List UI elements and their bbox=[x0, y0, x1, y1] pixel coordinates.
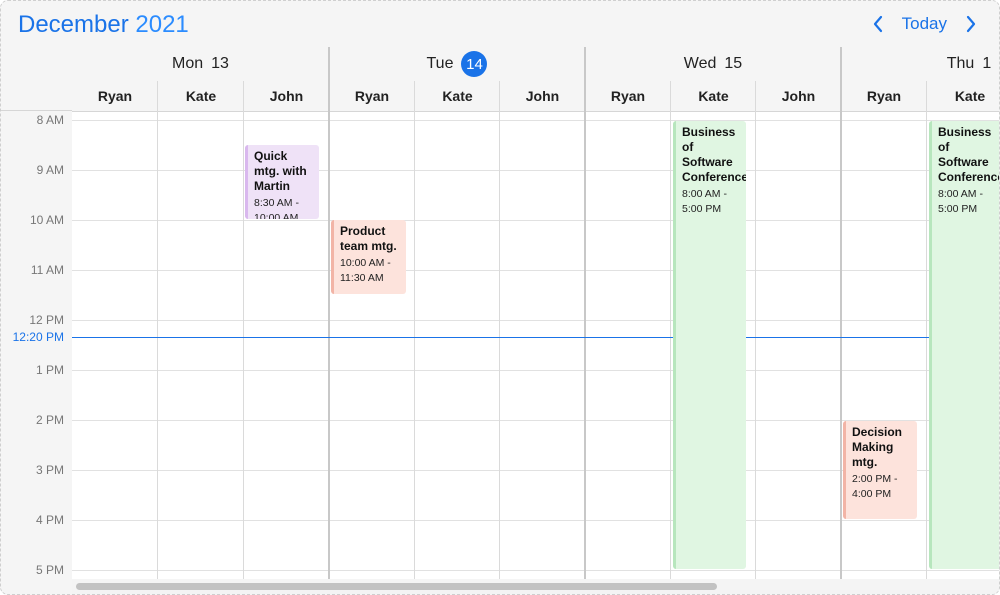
resource-header-kate[interactable]: Kate bbox=[927, 81, 999, 112]
hour-line bbox=[72, 170, 999, 171]
column-line bbox=[243, 81, 244, 579]
scrollbar-thumb[interactable] bbox=[76, 583, 717, 590]
time-label: 8 AM bbox=[36, 113, 64, 127]
current-time-line bbox=[72, 337, 999, 338]
column-line bbox=[755, 81, 756, 579]
time-label: 1 PM bbox=[35, 363, 64, 377]
resource-header-kate[interactable]: Kate bbox=[671, 81, 756, 112]
event-product-team-mtg[interactable]: Product team mtg. 10:00 AM - 11:30 AM bbox=[331, 220, 406, 294]
day-header-wed[interactable]: Wed 15 bbox=[585, 47, 841, 81]
date-label: 15 bbox=[724, 55, 743, 72]
column-line bbox=[499, 81, 500, 579]
resource-header-kate[interactable]: Kate bbox=[158, 81, 244, 112]
event-title: Decision Making mtg. bbox=[852, 425, 903, 469]
event-title: Quick mtg. with Martin bbox=[254, 149, 307, 193]
event-quick-mtg[interactable]: Quick mtg. with Martin 8:30 AM - 10:00 A… bbox=[245, 145, 319, 219]
event-time: 10:00 AM - 11:30 AM bbox=[340, 257, 391, 284]
event-title: Product team mtg. bbox=[340, 224, 397, 253]
chevron-left-icon[interactable] bbox=[868, 13, 888, 35]
resource-header-kate[interactable]: Kate bbox=[415, 81, 500, 112]
calendar-window: December 2021 Today Mon 13 Tue 14 Wed 15… bbox=[0, 0, 1000, 595]
event-decision-making-mtg[interactable]: Decision Making mtg. 2:00 PM - 4:00 PM bbox=[843, 421, 917, 519]
resource-header-ryan[interactable]: Ryan bbox=[329, 81, 415, 112]
schedule-grid: Mon 13 Tue 14 Wed 15 Thu 1 Ryan Kate Joh… bbox=[1, 47, 999, 594]
time-label: 4 PM bbox=[35, 513, 64, 527]
resource-header-ryan[interactable]: Ryan bbox=[841, 81, 927, 112]
current-time-label: 12:20 PM bbox=[12, 330, 64, 344]
day-separator bbox=[584, 47, 586, 579]
hour-line bbox=[72, 520, 999, 521]
resource-header-ryan[interactable]: Ryan bbox=[72, 81, 158, 112]
resource-header-john[interactable]: John bbox=[244, 81, 329, 112]
event-time: 8:00 AM - 5:00 PM bbox=[938, 188, 983, 215]
resource-header-ryan[interactable]: Ryan bbox=[585, 81, 671, 112]
event-time: 2:00 PM - 4:00 PM bbox=[852, 473, 898, 500]
month-year-title: December 2021 bbox=[18, 11, 189, 39]
weekday-label: Wed bbox=[683, 55, 717, 72]
day-separator bbox=[840, 47, 842, 579]
year-label: 2021 bbox=[135, 11, 189, 38]
hour-line bbox=[72, 270, 999, 271]
hour-line bbox=[72, 370, 999, 371]
day-header-tue[interactable]: Tue 14 bbox=[329, 47, 585, 81]
day-separator bbox=[328, 47, 330, 579]
horizontal-scrollbar[interactable] bbox=[72, 580, 999, 594]
time-label: 9 AM bbox=[36, 163, 64, 177]
column-line bbox=[157, 81, 158, 579]
month-label: December bbox=[18, 11, 129, 38]
time-label: 11 AM bbox=[30, 263, 64, 277]
date-navigation: Today bbox=[868, 13, 981, 35]
column-line bbox=[670, 81, 671, 579]
today-button[interactable]: Today bbox=[902, 14, 947, 34]
weekday-label: Tue bbox=[426, 55, 454, 72]
chevron-right-icon[interactable] bbox=[961, 13, 981, 35]
date-label: 1 bbox=[982, 55, 992, 72]
header-divider bbox=[1, 110, 72, 111]
event-business-of-software-conference[interactable]: Business of Software Conference 8:00 AM … bbox=[673, 121, 746, 569]
time-label: 5 PM bbox=[35, 563, 64, 577]
event-time: 8:30 AM - 10:00 AM bbox=[254, 197, 299, 219]
time-label: 12 PM bbox=[29, 313, 64, 327]
time-label: 3 PM bbox=[35, 463, 64, 477]
hour-line bbox=[72, 120, 999, 121]
event-time: 8:00 AM - 5:00 PM bbox=[682, 188, 727, 215]
column-line bbox=[926, 81, 927, 579]
resource-header-john[interactable]: John bbox=[756, 81, 841, 112]
resource-header-john[interactable]: John bbox=[500, 81, 585, 112]
column-line bbox=[414, 81, 415, 579]
day-header-mon[interactable]: Mon 13 bbox=[72, 47, 329, 81]
date-label: 13 bbox=[211, 55, 229, 72]
time-label: 2 PM bbox=[35, 413, 64, 427]
hour-line bbox=[72, 320, 999, 321]
today-date-badge: 14 bbox=[461, 51, 488, 77]
hour-line bbox=[72, 220, 999, 221]
weekday-label: Thu bbox=[946, 55, 975, 72]
hour-line bbox=[72, 570, 999, 571]
weekday-label: Mon bbox=[172, 55, 204, 72]
event-business-of-software-conference[interactable]: Business of Software Conference 8:00 AM … bbox=[929, 121, 1000, 569]
day-header-thu[interactable]: Thu 1 bbox=[841, 47, 999, 81]
event-title: Business of Software Conference bbox=[938, 125, 1000, 184]
time-label: 10 AM bbox=[29, 213, 64, 227]
event-title: Business of Software Conference bbox=[682, 125, 746, 184]
